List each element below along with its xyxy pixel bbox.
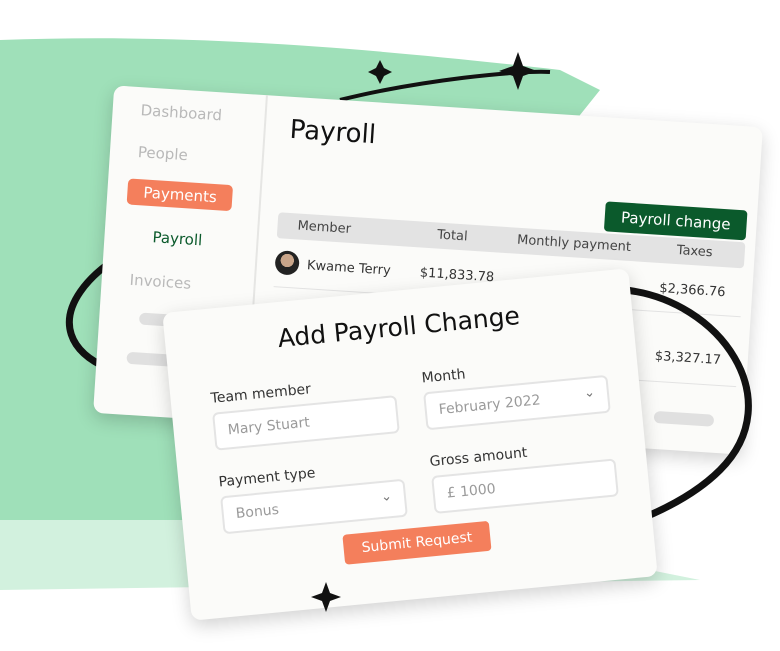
chevron-down-icon: ⌄ <box>380 489 393 505</box>
column-total: Total <box>436 227 469 245</box>
add-payroll-change-modal: Add Payroll Change Team member Mary Stua… <box>162 268 658 621</box>
sidebar-item-payments[interactable]: Payments <box>126 178 234 212</box>
payment-type-value: Bonus <box>235 501 280 522</box>
avatar <box>274 250 300 276</box>
placeholder-bar <box>653 410 715 427</box>
team-member-label: Team member <box>209 381 312 407</box>
column-taxes: Taxes <box>676 243 714 261</box>
sidebar-item-dashboard[interactable]: Dashboard <box>140 101 222 124</box>
page-title: Payroll <box>288 114 377 151</box>
taxes-value: $3,327.17 <box>654 348 722 369</box>
column-monthly-payment: Monthly payment <box>516 232 632 256</box>
chevron-down-icon: ⌄ <box>583 385 596 402</box>
taxes-value: $2,366.76 <box>658 280 726 301</box>
swoosh-top <box>339 69 551 102</box>
payment-type-label: Payment type <box>217 465 317 491</box>
column-member: Member <box>297 218 352 237</box>
member-name: Kwame Terry <box>306 258 392 279</box>
gross-amount-label: Gross amount <box>429 444 529 471</box>
month-value: February 2022 <box>438 392 542 419</box>
sidebar-item-payroll[interactable]: Payroll <box>152 228 203 249</box>
submit-request-button[interactable]: Submit Request <box>342 520 492 565</box>
sidebar-item-people[interactable]: People <box>137 143 188 164</box>
month-label: Month <box>420 366 467 387</box>
sidebar-item-invoices[interactable]: Invoices <box>129 271 191 293</box>
